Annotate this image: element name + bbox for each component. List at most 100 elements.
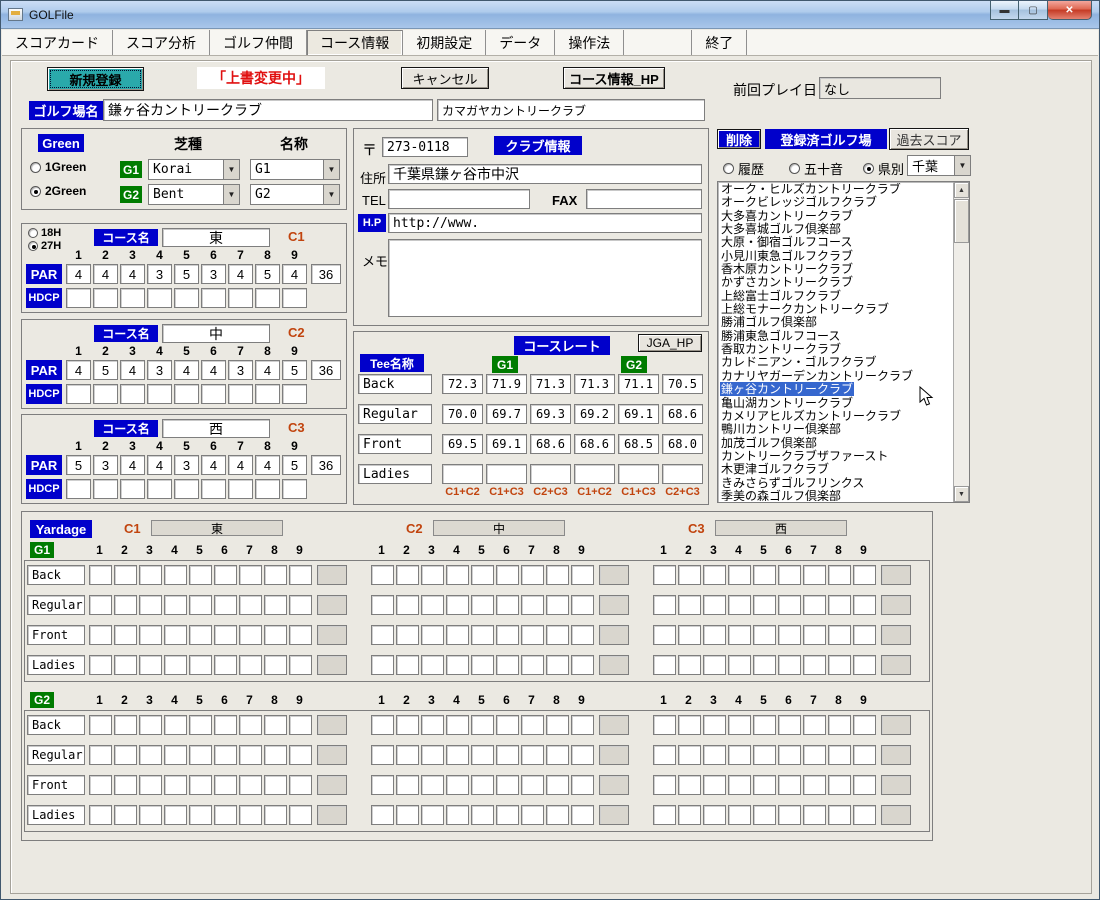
yardage-cell[interactable] xyxy=(139,715,162,735)
prefecture-select[interactable]: 千葉 ▼ xyxy=(907,155,971,176)
radio-icon[interactable] xyxy=(28,241,38,251)
yardage-cell[interactable] xyxy=(239,775,262,795)
yardage-cell[interactable] xyxy=(189,565,212,585)
yardage-cell[interactable] xyxy=(289,805,312,825)
yardage-cell[interactable] xyxy=(89,745,112,765)
yardage-cell[interactable] xyxy=(471,805,494,825)
hdcp-cell[interactable] xyxy=(228,288,253,308)
yardage-cell[interactable] xyxy=(496,805,519,825)
radio-icon[interactable] xyxy=(30,161,41,173)
yardage-cell[interactable] xyxy=(853,715,876,735)
yardage-cell[interactable] xyxy=(289,565,312,585)
rate-cell[interactable]: 69.3 xyxy=(530,404,571,424)
yardage-cell[interactable] xyxy=(289,625,312,645)
par-cell[interactable]: 4 xyxy=(120,360,145,380)
yardage-cell[interactable] xyxy=(114,625,137,645)
yardage-cell[interactable] xyxy=(546,655,569,675)
rate-cell[interactable] xyxy=(662,464,703,484)
hdcp-cell[interactable] xyxy=(255,288,280,308)
yardage-cell[interactable] xyxy=(803,805,826,825)
yardage-cell[interactable] xyxy=(828,625,851,645)
golf-club-item[interactable]: 加茂ゴルフ倶楽部 xyxy=(720,436,952,450)
grass-select[interactable]: Korai ▼ xyxy=(148,159,240,180)
rate-cell[interactable] xyxy=(618,464,659,484)
yardage-cell[interactable] xyxy=(421,805,444,825)
yardage-cell[interactable] xyxy=(421,745,444,765)
yardage-cell[interactable] xyxy=(289,745,312,765)
yardage-cell[interactable] xyxy=(803,565,826,585)
hdcp-cell[interactable] xyxy=(66,479,91,499)
radio-icon[interactable] xyxy=(28,228,38,238)
par-cell[interactable]: 4 xyxy=(66,360,91,380)
yardage-cell[interactable] xyxy=(114,565,137,585)
yardage-cell[interactable] xyxy=(853,655,876,675)
yardage-cell[interactable] xyxy=(521,565,544,585)
yardage-cell[interactable] xyxy=(264,805,287,825)
yardage-cell[interactable] xyxy=(371,655,394,675)
rate-tee-field[interactable]: Regular xyxy=(358,404,432,424)
par-cell[interactable]: 4 xyxy=(201,360,226,380)
yardage-cell[interactable] xyxy=(289,655,312,675)
yardage-cell[interactable] xyxy=(828,565,851,585)
yardage-cell[interactable] xyxy=(571,775,594,795)
yardage-cell[interactable] xyxy=(803,775,826,795)
par-cell[interactable]: 4 xyxy=(66,264,91,284)
hdcp-cell[interactable] xyxy=(66,288,91,308)
yardage-cell[interactable] xyxy=(496,625,519,645)
rate-cell[interactable]: 68.6 xyxy=(574,434,615,454)
yardage-cell[interactable] xyxy=(571,805,594,825)
minimize-button[interactable]: ▬ xyxy=(990,1,1019,20)
filter-option[interactable]: 県別 xyxy=(863,159,904,178)
rate-tee-field[interactable]: Ladies xyxy=(358,464,432,484)
yardage-cell[interactable] xyxy=(214,715,237,735)
yardage-cell[interactable] xyxy=(653,565,676,585)
course-name-field[interactable]: 東 xyxy=(162,228,270,247)
jga-hp-button[interactable]: JGA_HP xyxy=(638,334,702,352)
past-score-button[interactable]: 過去スコア xyxy=(889,128,969,150)
yardage-cell[interactable] xyxy=(471,715,494,735)
yardage-cell[interactable] xyxy=(264,715,287,735)
yardage-cell[interactable] xyxy=(728,715,751,735)
rate-tee-field[interactable]: Front xyxy=(358,434,432,454)
rate-tee-field[interactable]: Back xyxy=(358,374,432,394)
yardage-cell[interactable] xyxy=(471,565,494,585)
yardage-cell[interactable] xyxy=(828,595,851,615)
yardage-cell[interactable] xyxy=(471,595,494,615)
yardage-cell[interactable] xyxy=(778,745,801,765)
holes-option[interactable]: 18H xyxy=(28,227,61,239)
yardage-cell[interactable] xyxy=(89,625,112,645)
golf-club-item[interactable]: かずさカントリークラブ xyxy=(720,276,952,289)
yardage-cell[interactable] xyxy=(164,745,187,765)
menu-item[interactable]: 初期設定 xyxy=(403,30,487,55)
hdcp-cell[interactable] xyxy=(174,479,199,499)
yardage-cell[interactable] xyxy=(678,745,701,765)
yardage-cell[interactable] xyxy=(239,805,262,825)
yardage-cell[interactable] xyxy=(421,655,444,675)
yardage-cell[interactable] xyxy=(164,595,187,615)
scroll-thumb[interactable] xyxy=(954,199,969,243)
yardage-cell[interactable] xyxy=(114,595,137,615)
yardage-cell[interactable] xyxy=(89,715,112,735)
yardage-cell[interactable] xyxy=(289,775,312,795)
hdcp-cell[interactable] xyxy=(255,384,280,404)
hdcp-cell[interactable] xyxy=(147,479,172,499)
yardage-cell[interactable] xyxy=(264,745,287,765)
green-name-select[interactable]: G1 ▼ xyxy=(250,159,340,180)
yardage-cell[interactable] xyxy=(239,565,262,585)
menu-item[interactable]: 終了 xyxy=(692,30,748,55)
yardage-cell[interactable] xyxy=(189,715,212,735)
scroll-down-icon[interactable]: ▼ xyxy=(954,486,969,502)
dropdown-arrow-icon[interactable]: ▼ xyxy=(223,160,239,179)
yardage-cell[interactable] xyxy=(396,625,419,645)
yardage-cell[interactable] xyxy=(703,655,726,675)
yardage-cell[interactable] xyxy=(421,625,444,645)
green-option[interactable]: 2Green xyxy=(30,184,86,198)
yardage-cell[interactable] xyxy=(753,715,776,735)
par-cell[interactable]: 3 xyxy=(228,360,253,380)
yardage-cell[interactable] xyxy=(446,565,469,585)
yardage-cell[interactable] xyxy=(396,775,419,795)
yardage-cell[interactable] xyxy=(164,625,187,645)
par-cell[interactable]: 4 xyxy=(120,455,145,475)
yardage-cell[interactable] xyxy=(828,655,851,675)
yardage-cell[interactable] xyxy=(653,625,676,645)
